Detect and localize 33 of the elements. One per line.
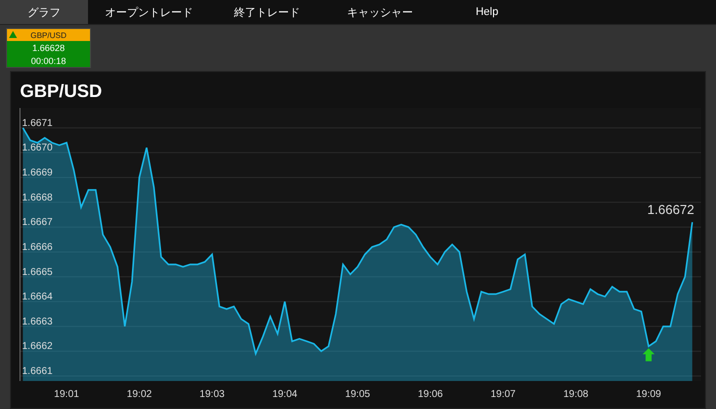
nav-tab[interactable]: グラフ bbox=[0, 0, 88, 24]
last-price-label: 1.66672 bbox=[647, 202, 694, 218]
nav-tab[interactable]: 終了トレード bbox=[210, 0, 324, 24]
x-axis-label: 19:08 bbox=[563, 389, 588, 400]
up-triangle-icon bbox=[9, 31, 17, 38]
y-axis-label: 1.6669 bbox=[22, 168, 53, 178]
nav-tab[interactable]: Help bbox=[436, 0, 538, 24]
y-axis-label: 1.6663 bbox=[22, 316, 53, 328]
chart-title: GBP/USD bbox=[19, 80, 104, 103]
y-axis-label: 1.6665 bbox=[22, 266, 53, 278]
x-axis-label: 19:03 bbox=[200, 389, 225, 400]
x-axis-label: 19:06 bbox=[418, 389, 443, 400]
y-axis-label: 1.6671 bbox=[22, 118, 53, 129]
nav-tab[interactable]: キャッシャー bbox=[324, 0, 436, 24]
x-axis-label: 19:01 bbox=[54, 389, 80, 400]
y-axis-label: 1.6662 bbox=[22, 341, 53, 352]
y-axis-label: 1.6666 bbox=[22, 242, 53, 253]
y-axis-label: 1.6661 bbox=[22, 366, 53, 378]
y-axis-label: 1.6667 bbox=[22, 217, 53, 228]
x-axis-label: 19:09 bbox=[636, 389, 662, 400]
up-arrow-icon bbox=[642, 348, 655, 362]
ticker-timer: 00:00:18 bbox=[30, 54, 68, 67]
x-axis-label: 19:04 bbox=[272, 389, 298, 400]
y-axis-label: 1.6670 bbox=[22, 142, 53, 154]
ticker-card[interactable]: GBP/USD 1.66628 00:00:18 bbox=[6, 28, 91, 68]
ticker-price: 1.66628 bbox=[31, 42, 66, 54]
x-axis-label: 19:07 bbox=[490, 389, 516, 400]
y-axis-label: 1.6668 bbox=[22, 192, 53, 204]
x-axis-label: 19:05 bbox=[345, 389, 370, 400]
ticker-symbol: GBP/USD bbox=[30, 30, 66, 40]
y-axis-label: 1.6664 bbox=[22, 292, 53, 303]
x-axis-label: 19:02 bbox=[126, 389, 152, 400]
nav-tab[interactable]: オープントレード bbox=[88, 0, 210, 24]
